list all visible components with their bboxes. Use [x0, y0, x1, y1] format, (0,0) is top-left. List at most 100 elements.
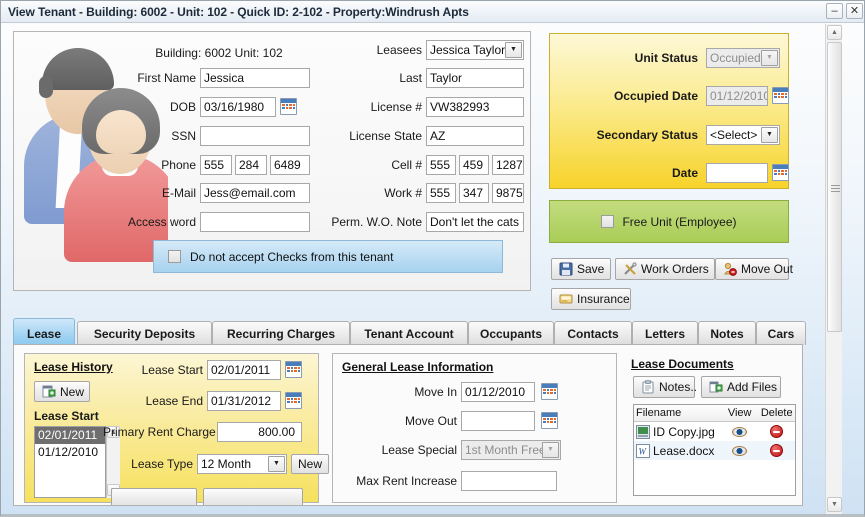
work-line-field[interactable]: 9875 [492, 183, 524, 203]
scroll-up-arrow-icon[interactable]: ▲ [827, 25, 842, 40]
leasees-select[interactable]: Jessica Taylor ▼ [426, 40, 524, 60]
new-document-icon [42, 385, 56, 399]
move-out-button[interactable]: Move Out [715, 258, 793, 280]
list-item[interactable]: 01/12/2010 [35, 444, 105, 461]
tab-strip: Lease Security Deposits Recurring Charge… [13, 318, 806, 348]
scroll-down-arrow-icon[interactable]: ▼ [827, 497, 842, 512]
primary-rent-field[interactable]: 800.00 [217, 422, 302, 442]
chevron-down-icon[interactable]: ▼ [268, 456, 285, 472]
general-lease-heading: General Lease Information [342, 360, 494, 374]
tab-recurring-charges[interactable]: Recurring Charges [212, 321, 350, 345]
insurance-button[interactable]: Insurance [551, 288, 631, 310]
lease-action-button-b[interactable] [203, 488, 303, 505]
new-lease-button[interactable]: New [34, 381, 90, 402]
column-filename: Filename [636, 407, 682, 419]
cell-line-field[interactable]: 1287 [492, 155, 524, 175]
cell-area-field[interactable]: 555 [426, 155, 456, 175]
document-notes-button[interactable]: Notes.. [633, 376, 698, 398]
move-out-calendar-icon[interactable] [541, 412, 558, 429]
lease-end-field[interactable]: 01/31/2012 [207, 391, 281, 411]
license-number-field[interactable]: VW382993 [426, 97, 524, 117]
document-filename: ID Copy.jpg [653, 424, 715, 439]
main-vertical-scrollbar[interactable]: ▲ ▼ [825, 24, 842, 514]
last-name-field[interactable]: Taylor [426, 68, 524, 88]
free-unit-checkbox[interactable] [601, 215, 615, 228]
clipboard-icon [641, 380, 655, 394]
phone-area-field[interactable]: 555 [200, 155, 232, 175]
occupied-date-calendar-icon[interactable] [772, 87, 789, 104]
lease-end-calendar-icon[interactable] [285, 392, 302, 409]
lease-start-field[interactable]: 02/01/2011 [207, 360, 281, 380]
perm-wo-note-field[interactable]: Don't let the cats out [426, 212, 524, 232]
tab-label: Notes [710, 326, 744, 341]
new-lease-type-button[interactable]: New [291, 454, 329, 474]
dob-field[interactable]: 03/16/1980 [200, 97, 276, 117]
scrollbar-thumb[interactable] [827, 42, 842, 332]
document-notes-label: Notes.. [659, 380, 698, 394]
close-button[interactable]: ✕ [846, 3, 863, 19]
save-button[interactable]: Save [551, 258, 611, 280]
max-rent-increase-field[interactable] [461, 471, 557, 491]
tools-icon [623, 262, 637, 276]
secondary-status-select[interactable]: <Select> ▼ [706, 125, 780, 145]
list-item[interactable]: 02/01/2011 [35, 427, 105, 444]
secondary-date-field[interactable] [706, 163, 768, 183]
occupied-date-field: 01/12/2010 [706, 86, 768, 106]
table-row[interactable]: ID Copy.jpg [634, 422, 795, 441]
tab-occupants[interactable]: Occupants [468, 321, 554, 345]
minimize-button[interactable]: – [826, 3, 843, 19]
column-delete: Delete [760, 407, 793, 419]
lease-type-select[interactable]: 12 Month ▼ [197, 454, 287, 474]
work-number-label: Work # [384, 186, 422, 200]
tab-cars[interactable]: Cars [756, 321, 806, 345]
lease-start-calendar-icon[interactable] [285, 361, 302, 378]
view-icon[interactable] [732, 426, 748, 437]
ssn-field[interactable] [200, 126, 310, 146]
first-name-field[interactable]: Jessica [200, 68, 310, 88]
email-field[interactable]: Jess@email.com [200, 183, 310, 203]
chevron-down-icon[interactable]: ▼ [761, 127, 778, 143]
no-checks-label: Do not accept Checks from this tenant [190, 249, 394, 264]
tab-letters[interactable]: Letters [632, 321, 698, 345]
lease-history-panel: Lease History New Lease Start 02/01/2011… [24, 353, 329, 505]
chevron-down-icon: ▼ [542, 442, 559, 458]
tab-contacts[interactable]: Contacts [554, 321, 632, 345]
move-out-field[interactable] [461, 411, 535, 431]
add-files-button[interactable]: Add Files [701, 376, 781, 398]
column-view: View [727, 407, 752, 419]
lease-action-button-a[interactable] [111, 488, 197, 505]
secondary-date-calendar-icon[interactable] [772, 164, 789, 181]
tab-notes[interactable]: Notes [698, 321, 756, 345]
license-state-field[interactable]: AZ [426, 126, 524, 146]
lease-type-value: 12 Month [201, 457, 252, 471]
lease-start-list-header: Lease Start [34, 409, 99, 423]
dob-calendar-icon[interactable] [280, 98, 297, 115]
access-word-field[interactable] [200, 212, 310, 232]
cell-number-label: Cell # [391, 158, 422, 172]
phone-prefix-field[interactable]: 284 [235, 155, 267, 175]
ssn-label: SSN [171, 129, 196, 143]
work-orders-button[interactable]: Work Orders [615, 258, 715, 280]
lease-documents-grid[interactable]: Filename View Delete ID Copy.jpg W Lease… [633, 404, 796, 496]
lease-history-list[interactable]: 02/01/2011 01/12/2010 [34, 426, 106, 498]
move-in-calendar-icon[interactable] [541, 383, 558, 400]
add-files-icon [709, 380, 723, 394]
application-window: View Tenant - Building: 6002 - Unit: 102… [0, 0, 865, 517]
delete-icon[interactable] [770, 444, 784, 457]
secondary-status-value: <Select> [710, 128, 758, 142]
tab-security-deposits[interactable]: Security Deposits [77, 321, 212, 345]
work-area-field[interactable]: 555 [426, 183, 456, 203]
lease-tab-page: Lease History New Lease Start 02/01/2011… [13, 344, 803, 506]
lease-history-heading: Lease History [34, 360, 113, 374]
table-row[interactable]: W Lease.docx [634, 441, 795, 460]
view-icon[interactable] [732, 445, 748, 456]
no-checks-checkbox[interactable] [168, 250, 181, 263]
delete-icon[interactable] [770, 425, 784, 438]
word-file-icon: W [636, 443, 650, 458]
work-prefix-field[interactable]: 347 [459, 183, 489, 203]
cell-prefix-field[interactable]: 459 [459, 155, 489, 175]
tab-tenant-account[interactable]: Tenant Account [350, 321, 468, 345]
phone-line-field[interactable]: 6489 [270, 155, 310, 175]
chevron-down-icon[interactable]: ▼ [505, 42, 522, 58]
move-in-field[interactable]: 01/12/2010 [461, 382, 535, 402]
